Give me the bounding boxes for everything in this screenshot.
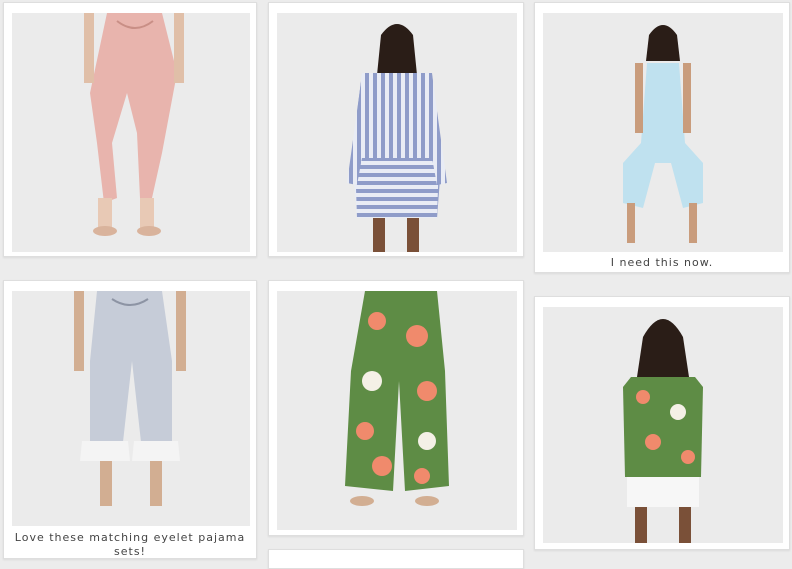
product-photo[interactable] [543, 307, 783, 543]
pin-caption: Love these matching eyelet pajama sets! [14, 531, 246, 558]
pin-card-floral-ruffle-top[interactable] [534, 296, 790, 550]
product-photo[interactable] [277, 291, 517, 530]
model-illustration [347, 24, 447, 252]
model-illustration [623, 319, 703, 543]
model-illustration [623, 25, 703, 243]
product-photo[interactable] [12, 291, 250, 526]
model-illustration [84, 13, 184, 236]
pin-caption: I need this now. [610, 256, 714, 269]
model-illustration [345, 291, 449, 506]
pin-card-partial[interactable] [268, 549, 524, 569]
model-illustration [74, 291, 186, 506]
product-photo[interactable] [543, 13, 783, 252]
product-photo[interactable] [277, 13, 517, 252]
product-photo[interactable] [12, 13, 250, 252]
pin-card-floral-wide-pants[interactable] [268, 280, 524, 536]
pin-card-pink-jogger-pants[interactable] [3, 2, 257, 257]
pin-card-eyelet-pajama-pants[interactable]: Love these matching eyelet pajama sets! [3, 280, 257, 559]
pin-card-blue-romper[interactable]: I need this now. [534, 2, 790, 273]
pin-card-striped-sleep-shirt[interactable] [268, 2, 524, 257]
